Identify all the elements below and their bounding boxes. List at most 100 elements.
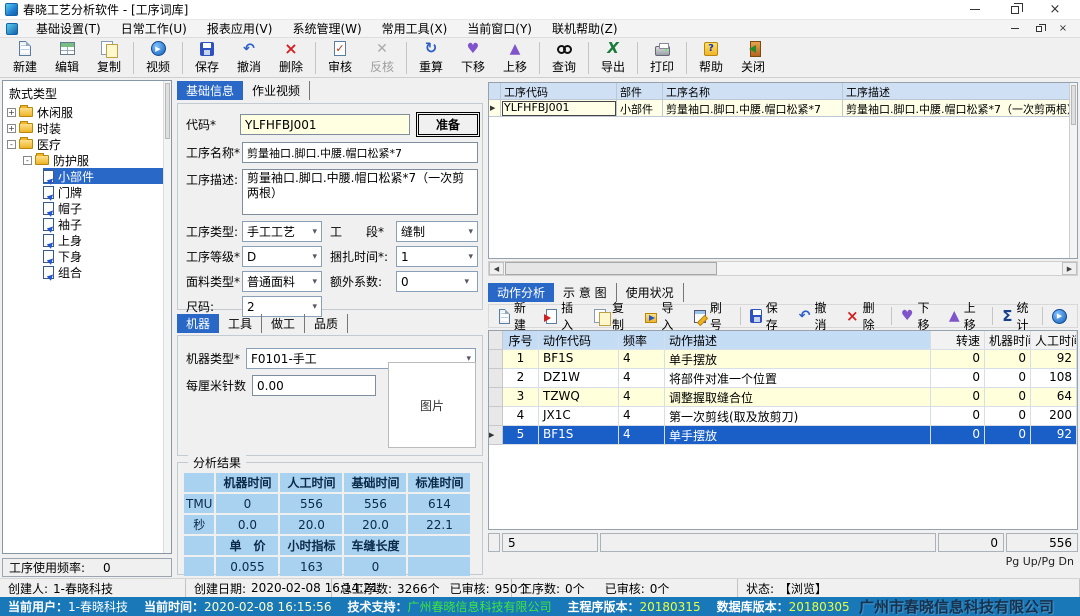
action-renumber-button[interactable]: 刷号 [688, 305, 736, 327]
copy-button[interactable]: 复制 [88, 39, 130, 76]
process-table-hscrollbar[interactable]: ◀ ▶ [488, 261, 1078, 276]
leaf-doc-icon [43, 234, 54, 247]
minimize-icon[interactable] [955, 0, 995, 19]
code-input[interactable]: YLFHFBJ001 [240, 114, 410, 135]
bundle-time-select[interactable]: 1▾ [396, 246, 478, 267]
action-move-up-button[interactable]: ▲上移 [943, 305, 989, 327]
ready-button[interactable]: 准备 [418, 114, 478, 135]
action-move-down-button[interactable]: ♥下移 [895, 305, 943, 327]
menu-help[interactable]: 联机帮助(Z) [542, 20, 628, 37]
scroll-thumb[interactable] [505, 262, 717, 275]
action-save-button[interactable]: 保存 [744, 305, 793, 327]
mdi-minimize-icon[interactable] [1008, 23, 1022, 34]
tree-node-combo[interactable]: 组合 [3, 264, 171, 280]
action-row[interactable]: 3 TZWQ 4 调整握取缝合位 0 0 64 [489, 388, 1077, 407]
tab-basic-info[interactable]: 基础信息 [177, 81, 243, 100]
move-down-button[interactable]: ♥下移 [452, 39, 494, 76]
app-icon [5, 3, 18, 16]
help-button[interactable]: ?帮助 [690, 39, 732, 76]
video-button[interactable]: ▶视频 [137, 39, 179, 76]
process-type-select[interactable]: 手工工艺▾ [242, 221, 322, 242]
new-doc-icon [499, 309, 510, 324]
detail-tabs: 基础信息 作业视频 [177, 81, 310, 100]
company-watermark: 广州市春晓信息科技有限公司 [859, 596, 1054, 616]
machine-image-placeholder: 图片 [388, 362, 476, 448]
restore-icon[interactable] [995, 0, 1035, 19]
action-labor-total: 556 [1006, 533, 1078, 552]
expand-icon[interactable]: + [7, 108, 16, 117]
menu-basic-settings[interactable]: 基础设置(T) [26, 20, 111, 37]
main-area: 款式类型 +休闲服 +时装 -医疗 -防护服 小部件 门牌 帽子 袖子 上身 下… [0, 78, 1080, 578]
tree-node-sleeve[interactable]: 袖子 [3, 216, 171, 232]
recalc-button[interactable]: ↻重算 [410, 39, 452, 76]
close-icon[interactable]: × [1035, 0, 1075, 19]
tab-tool[interactable]: 工具 [219, 314, 262, 333]
tree-node-protective[interactable]: -防护服 [3, 152, 171, 168]
new-button[interactable]: 新建 [4, 39, 46, 76]
action-copy-button[interactable]: 复制 [588, 305, 639, 327]
mdi-restore-icon[interactable] [1032, 23, 1046, 34]
folder-icon [19, 123, 33, 133]
extra-factor-select[interactable]: 0▾ [396, 271, 478, 292]
action-insert-button[interactable]: 插入 [540, 305, 587, 327]
process-desc-input[interactable]: 剪量袖口.脚口.中腰.帽口松紧*7（一次剪两根） [242, 169, 478, 215]
mdi-close-icon[interactable]: × [1056, 23, 1070, 34]
action-row[interactable]: 4 JX1C 4 第一次剪线(取及放剪刀) 0 0 200 [489, 407, 1077, 426]
tab-workmanship[interactable]: 做工 [262, 314, 305, 333]
collapse-icon[interactable]: - [23, 156, 32, 165]
search-button[interactable]: 查询 [543, 39, 585, 76]
action-undo-button[interactable]: ↶撤消 [793, 305, 840, 327]
tree-node-casual[interactable]: +休闲服 [3, 104, 171, 120]
action-row[interactable]: 2 DZ1W 4 将部件对准一个位置 0 0 108 [489, 369, 1077, 388]
process-name-input[interactable]: 剪量袖口.脚口.中腰.帽口松紧*7 [242, 142, 478, 163]
tree-scrollbar[interactable] [163, 81, 171, 553]
mdi-child-icon[interactable] [6, 23, 18, 35]
menu-tools[interactable]: 常用工具(X) [372, 20, 458, 37]
tab-quality[interactable]: 品质 [305, 314, 348, 333]
tree-node-fashion[interactable]: +时装 [3, 120, 171, 136]
close-app-button[interactable]: 关闭 [732, 39, 774, 76]
expand-icon[interactable]: + [7, 124, 16, 133]
stitch-count-input[interactable]: 0.00 [252, 375, 376, 396]
scroll-left-icon[interactable]: ◀ [489, 262, 504, 275]
export-button[interactable]: X导出 [592, 39, 634, 76]
action-import-button[interactable]: 导入 [639, 305, 688, 327]
edit-button[interactable]: 编辑 [46, 39, 88, 76]
current-user-value: 1-春晓科技 [68, 598, 128, 615]
action-stats-button[interactable]: Σ统计 [996, 305, 1042, 327]
tab-work-video[interactable]: 作业视频 [243, 81, 310, 100]
action-row[interactable]: 1 BF1S 4 单手摆放 0 0 92 [489, 350, 1077, 369]
print-button[interactable]: 打印 [641, 39, 683, 76]
audit-button[interactable]: ✓审核 [319, 39, 361, 76]
action-play-button[interactable]: ▶ [1046, 305, 1073, 327]
move-up-button[interactable]: ▲上移 [494, 39, 536, 76]
action-new-button[interactable]: 新建 [493, 305, 540, 327]
menu-daily-work[interactable]: 日常工作(U) [111, 20, 197, 37]
tree-node-upper-body[interactable]: 上身 [3, 232, 171, 248]
delete-button[interactable]: ×删除 [270, 39, 312, 76]
row-marker-icon: ▶ [489, 100, 501, 117]
folder-icon [19, 107, 33, 117]
fabric-type-select[interactable]: 普通面料▾ [242, 271, 322, 292]
section-select[interactable]: 缝制▾ [396, 221, 478, 242]
action-row-selected[interactable]: ▶ 5 BF1S 4 单手摆放 0 0 92 [489, 426, 1077, 445]
process-table-row[interactable]: ▶ YLFHFBJ001 小部件 剪量袖口.脚口.中腰.帽口松紧*7 剪量袖口.… [489, 100, 1077, 117]
usage-frequency-box: 工序使用频率: 0 [2, 558, 172, 577]
action-delete-button[interactable]: ×删除 [840, 305, 888, 327]
menu-system[interactable]: 系统管理(W) [282, 20, 371, 37]
scroll-right-icon[interactable]: ▶ [1062, 262, 1077, 275]
tree-node-door-plate[interactable]: 门牌 [3, 184, 171, 200]
tree-node-medical[interactable]: -医疗 [3, 136, 171, 152]
tree-node-hat[interactable]: 帽子 [3, 200, 171, 216]
save-button[interactable]: 保存 [186, 39, 228, 76]
undo-button[interactable]: ↶撤消 [228, 39, 270, 76]
tree-node-small-parts[interactable]: 小部件 [3, 168, 171, 184]
grade-select[interactable]: D▾ [242, 246, 322, 267]
menu-reports[interactable]: 报表应用(V) [197, 20, 283, 37]
tree-node-lower-body[interactable]: 下身 [3, 248, 171, 264]
process-table-vscrollbar[interactable] [1069, 83, 1077, 258]
collapse-icon[interactable]: - [7, 140, 16, 149]
current-time-value: 2020-02-08 16:15:56 [204, 600, 331, 614]
menu-current-window[interactable]: 当前窗口(Y) [457, 20, 542, 37]
tab-machine[interactable]: 机器 [177, 314, 219, 333]
